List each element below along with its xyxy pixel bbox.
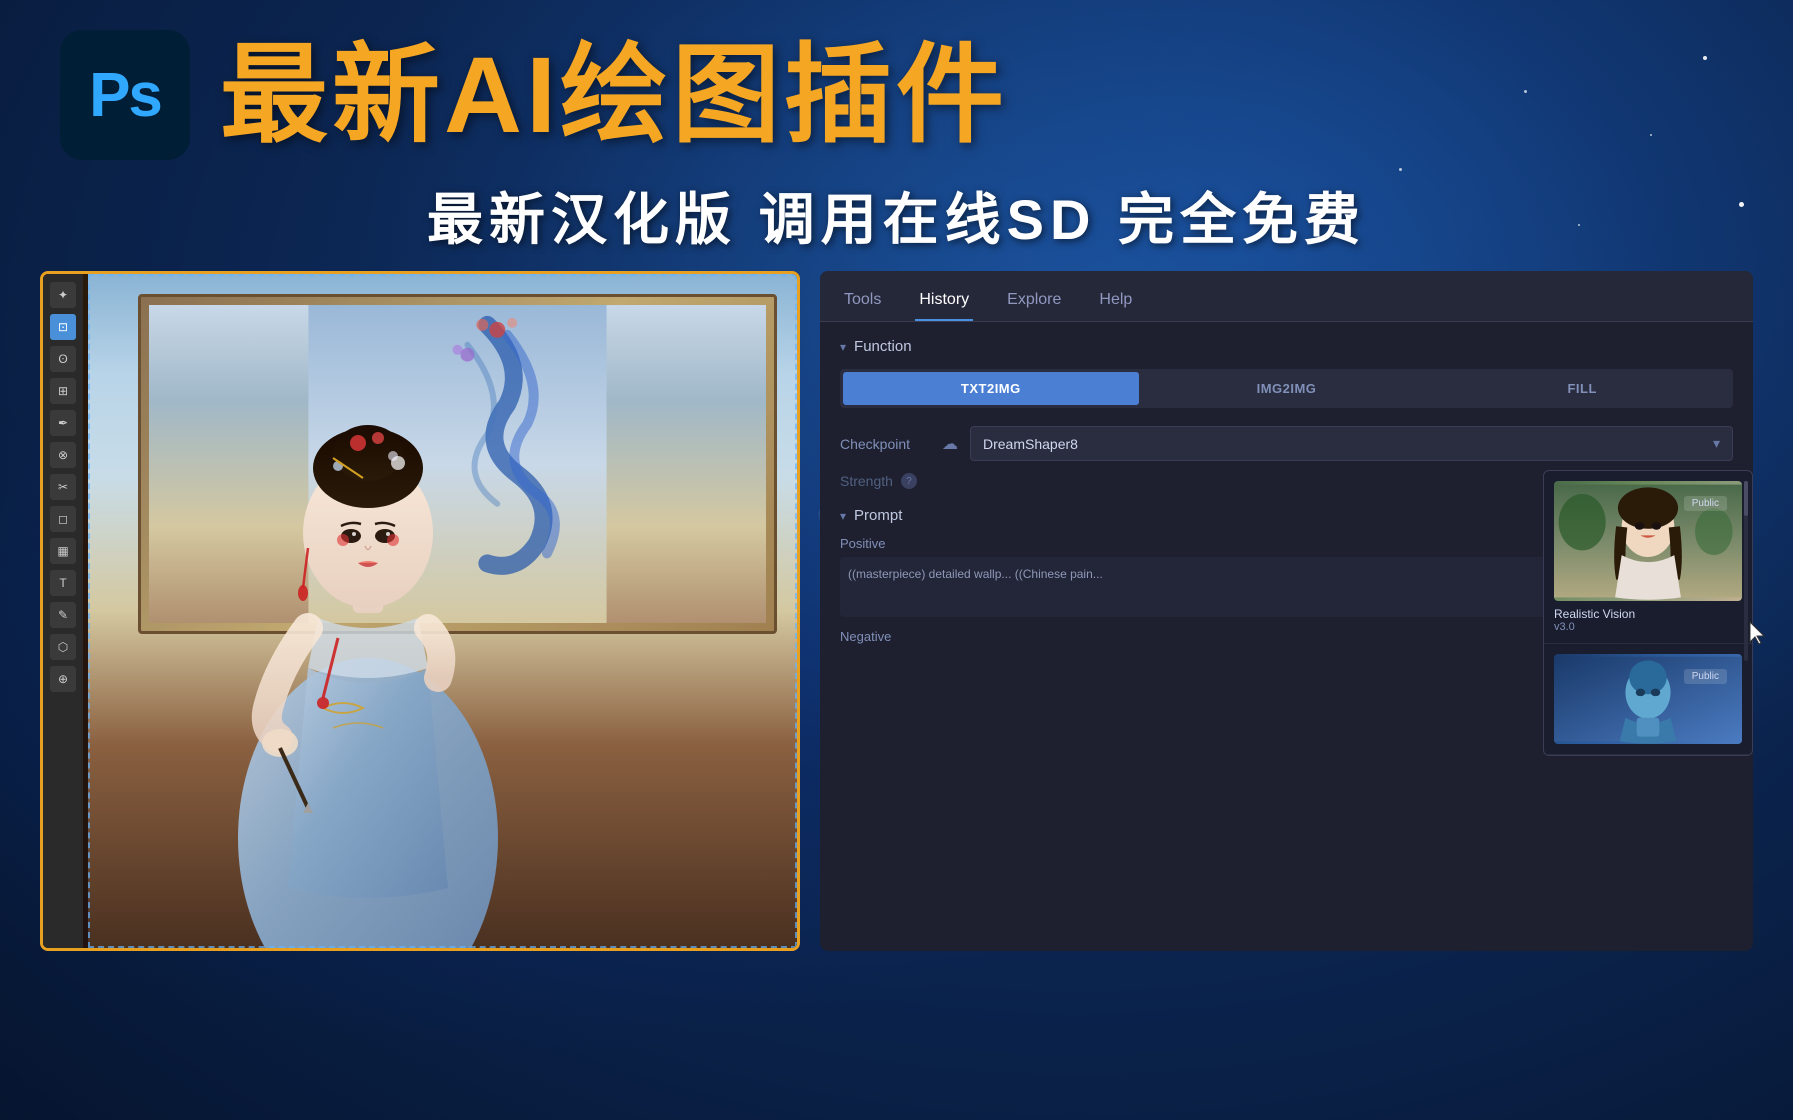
checkpoint-label: Checkpoint (840, 436, 930, 452)
tab-tools[interactable]: Tools (840, 283, 885, 321)
tool-eyedrop[interactable]: ✒ (50, 410, 76, 436)
function-buttons-group: TXT2IMG IMG2IMG FILL (840, 369, 1733, 408)
tool-move[interactable]: ✦ (50, 282, 76, 308)
help-icon[interactable]: ? (901, 473, 917, 489)
function-chevron-icon: ▾ (840, 340, 846, 354)
subtitle-area: 最新汉化版 调用在线SD 完全免费 (0, 170, 1793, 271)
mouse-cursor (1748, 620, 1768, 645)
fill-button[interactable]: FILL (1434, 372, 1730, 405)
model-badge-1: Public (1684, 496, 1727, 511)
subtitle-text: 最新汉化版 调用在线SD 完全免费 (60, 175, 1733, 256)
ps-toolbar: ✦ ⊡ ʘ ⊞ ✒ ⊗ ✂ ◻ ▦ T ✎ ⬡ ⊕ (43, 274, 83, 948)
ps-logo: Ps (60, 30, 190, 160)
left-panel: ✦ ⊡ ʘ ⊞ ✒ ⊗ ✂ ◻ ▦ T ✎ ⬡ ⊕ (40, 271, 800, 951)
model-card-2[interactable]: Public (1544, 644, 1752, 755)
ps-logo-text: Ps (89, 60, 161, 131)
img2img-button[interactable]: IMG2IMG (1139, 372, 1435, 405)
model-thumbnail-1: Public (1554, 481, 1742, 601)
tool-gradient[interactable]: ▦ (50, 538, 76, 564)
function-label: Function (854, 338, 912, 355)
model-card-1[interactable]: Public Realistic Vision v3.0 (1544, 471, 1752, 644)
checkpoint-value: DreamShaper8 (983, 436, 1078, 452)
main-title: 最新AI绘图插件 (220, 41, 1008, 149)
dropdown-arrow-icon: ▾ (1713, 435, 1720, 452)
function-section-header: ▾ Function (840, 338, 1733, 355)
cloud-icon: ☁ (942, 434, 958, 454)
plugin-nav: Tools History Explore Help (820, 271, 1753, 322)
tool-brush[interactable]: ⊗ (50, 442, 76, 468)
tab-history[interactable]: History (915, 283, 973, 321)
header-area: Ps 最新AI绘图插件 (0, 0, 1793, 170)
model-badge-2: Public (1684, 669, 1727, 684)
model-title-1: Realistic Vision (1554, 607, 1742, 621)
tool-zoom[interactable]: ⊕ (50, 666, 76, 692)
strength-label: Strength (840, 473, 893, 489)
tool-lasso[interactable]: ʘ (50, 346, 76, 372)
checkpoint-dropdown[interactable]: DreamShaper8 ▾ (970, 426, 1733, 461)
model-thumbnail-2: Public (1554, 654, 1742, 744)
tab-explore[interactable]: Explore (1003, 283, 1065, 321)
model-version-1: v3.0 (1554, 621, 1742, 633)
selection-rectangle (88, 274, 797, 948)
main-content: Ps 最新AI绘图插件 最新汉化版 调用在线SD 完全免费 ✦ ⊡ ʘ ⊞ ✒ … (0, 0, 1793, 1120)
txt2img-button[interactable]: TXT2IMG (843, 372, 1139, 405)
tool-eraser[interactable]: ◻ (50, 506, 76, 532)
bottom-section: ✦ ⊡ ʘ ⊞ ✒ ⊗ ✂ ◻ ▦ T ✎ ⬡ ⊕ (0, 271, 1793, 951)
tool-shape[interactable]: ⬡ (50, 634, 76, 660)
canvas-area: ✦ ⊡ ʘ ⊞ ✒ ⊗ ✂ ◻ ▦ T ✎ ⬡ ⊕ (43, 274, 797, 948)
tool-crop[interactable]: ⊞ (50, 378, 76, 404)
tab-help[interactable]: Help (1095, 283, 1136, 321)
checkpoint-row: Checkpoint ☁ DreamShaper8 ▾ (840, 426, 1733, 461)
tool-pen[interactable]: ✎ (50, 602, 76, 628)
model-dropdown-panel: Public Realistic Vision v3.0 (1543, 470, 1753, 756)
tool-text[interactable]: T (50, 570, 76, 596)
tool-select[interactable]: ⊡ (50, 314, 76, 340)
model-preview-svg-2 (1554, 654, 1742, 744)
prompt-label: Prompt (854, 507, 902, 524)
prompt-chevron-icon: ▾ (840, 509, 846, 523)
tool-clone[interactable]: ✂ (50, 474, 76, 500)
